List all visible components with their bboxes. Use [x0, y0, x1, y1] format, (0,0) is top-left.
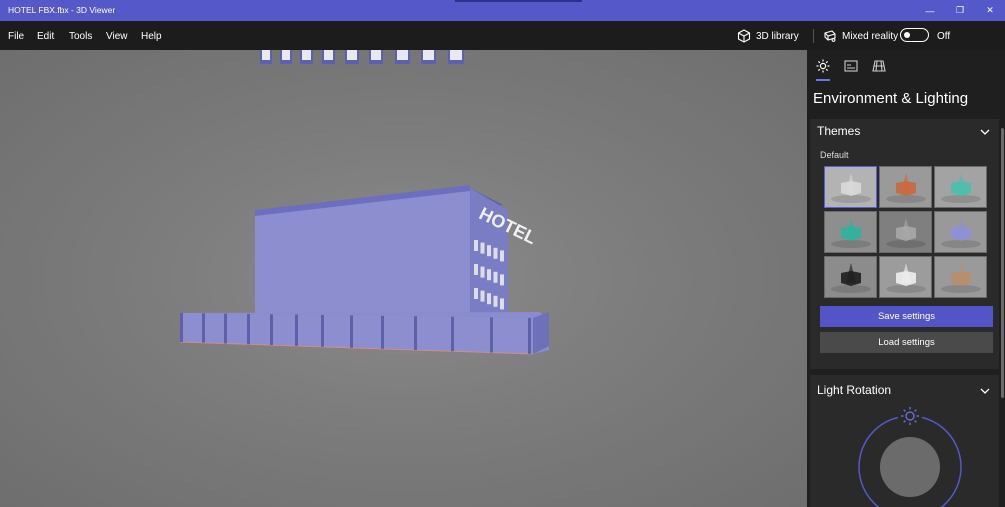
side-window	[480, 242, 485, 254]
window-pane	[262, 50, 270, 60]
side-window	[500, 274, 504, 286]
toggle-knob	[904, 31, 910, 38]
panel-scrollbar[interactable]	[1001, 128, 1004, 398]
side-window	[500, 298, 504, 310]
side-window	[493, 295, 498, 307]
wall-post	[528, 317, 531, 354]
wall-post	[247, 313, 250, 345]
theme-thumbnail[interactable]	[934, 166, 987, 208]
menu-bar: File Edit Tools View Help 3D library Mix…	[0, 21, 1005, 50]
theme-thumbnail[interactable]	[879, 211, 932, 253]
hotel-model[interactable]: HOTEL	[0, 50, 807, 507]
window-pane	[450, 50, 462, 60]
themes-header[interactable]: Themes	[817, 124, 860, 138]
theme-thumbnail[interactable]	[934, 211, 987, 253]
3d-library-label: 3D library	[756, 30, 799, 42]
menu-tools[interactable]: Tools	[69, 31, 92, 42]
wall-post	[224, 313, 227, 344]
save-settings-button[interactable]: Save settings	[820, 306, 993, 327]
side-window	[500, 250, 504, 262]
grid-icon[interactable]	[872, 59, 886, 73]
window-pane	[397, 50, 408, 60]
wall-post	[381, 315, 384, 349]
wall-post	[321, 314, 324, 347]
mixed-reality-button[interactable]: Mixed reality	[823, 27, 898, 45]
side-window	[474, 288, 478, 299]
load-settings-button[interactable]: Load settings	[820, 332, 993, 353]
menu-file[interactable]: File	[8, 31, 24, 42]
window-pane	[347, 50, 357, 60]
wall-post	[350, 315, 353, 348]
theme-thumbnail[interactable]	[879, 166, 932, 208]
menu-view[interactable]: View	[106, 31, 128, 42]
side-window	[487, 293, 491, 305]
3d-library-button[interactable]: 3D library	[737, 27, 799, 45]
side-window	[474, 264, 478, 275]
chevron-down-icon[interactable]	[980, 386, 990, 396]
wall-post	[414, 316, 417, 350]
side-window	[487, 269, 491, 281]
mixed-reality-label: Mixed reality	[842, 30, 899, 42]
close-icon: ✕	[986, 5, 994, 15]
wall-post	[180, 313, 183, 342]
drag-handle[interactable]	[455, 0, 582, 2]
light-rotation-section: Light Rotation	[810, 375, 999, 507]
wall-post	[202, 313, 205, 343]
close-button[interactable]: ✕	[975, 0, 1005, 21]
minimize-button[interactable]: —	[915, 0, 945, 21]
theme-thumbnail[interactable]	[934, 256, 987, 298]
wall-post	[270, 314, 273, 346]
theme-thumbnail[interactable]	[824, 256, 877, 298]
side-window	[487, 245, 491, 257]
rotation-sphere	[880, 437, 940, 497]
restore-button[interactable]: ❐	[945, 0, 975, 21]
window-pane	[371, 50, 381, 60]
side-window	[493, 247, 498, 259]
window-pane	[324, 50, 333, 60]
side-window	[480, 290, 485, 302]
wall-post	[295, 314, 298, 346]
side-window	[474, 240, 478, 251]
window-title: HOTEL FBX.fbx - 3D Viewer	[8, 5, 116, 15]
side-window	[480, 266, 485, 278]
toolbar-separator	[813, 29, 814, 43]
title-bar: HOTEL FBX.fbx - 3D Viewer — ❐ ✕	[0, 0, 1005, 21]
menu-edit[interactable]: Edit	[37, 31, 54, 42]
restore-icon: ❐	[955, 5, 965, 15]
menu-help[interactable]: Help	[141, 31, 162, 42]
window-pane	[423, 50, 434, 60]
light-rotation-dial[interactable]	[850, 405, 970, 507]
mixed-reality-toggle[interactable]	[900, 28, 929, 42]
theme-thumbnail[interactable]	[824, 211, 877, 253]
chevron-down-icon[interactable]	[980, 127, 990, 137]
default-label: Default	[820, 150, 849, 160]
light-rotation-header[interactable]: Light Rotation	[817, 383, 891, 397]
cube-icon	[737, 29, 751, 43]
settings-panel: Environment & Lighting Themes Default Sa…	[807, 50, 1005, 507]
window-pane	[302, 50, 311, 60]
mixed-reality-state: Off	[937, 31, 951, 42]
panel-title: Environment & Lighting	[813, 90, 969, 107]
side-window	[493, 271, 498, 283]
minimize-icon: —	[925, 5, 935, 16]
wall-post	[451, 316, 454, 352]
window-pane	[282, 50, 290, 60]
window-group	[260, 50, 464, 64]
3d-viewport[interactable]: HOTEL	[0, 50, 807, 507]
theme-thumbnail[interactable]	[824, 166, 877, 208]
mixed-reality-icon	[824, 30, 836, 42]
sun-icon[interactable]	[816, 59, 830, 73]
active-tab-indicator	[816, 79, 830, 81]
theme-thumbnail[interactable]	[879, 256, 932, 298]
stats-icon[interactable]	[844, 59, 858, 73]
wall-post	[490, 317, 493, 353]
